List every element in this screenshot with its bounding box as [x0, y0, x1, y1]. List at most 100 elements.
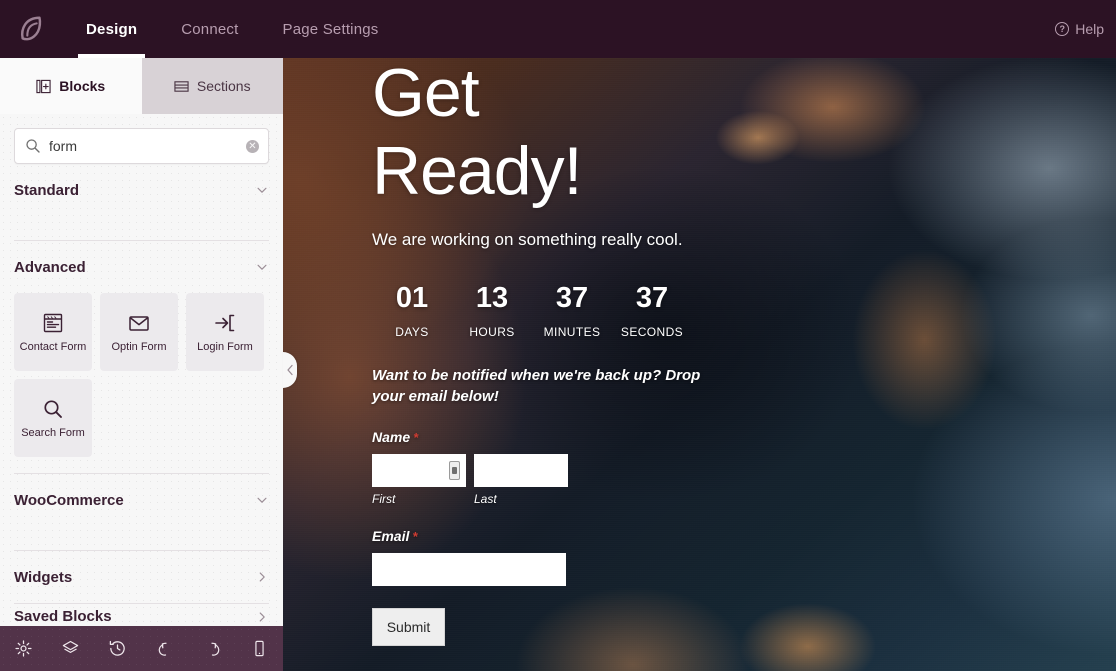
autofill-dot	[452, 467, 457, 474]
history-button[interactable]	[94, 626, 141, 671]
page-builder-app: Design Connect Page Settings ? Help Get …	[0, 0, 1116, 671]
first-name-input[interactable]	[372, 454, 466, 487]
countdown-unit-days: 01 DAYS	[372, 282, 452, 340]
block-tile-search-form[interactable]: Search Form	[14, 379, 92, 457]
contact-form-icon	[43, 313, 63, 333]
search-input-value: form	[49, 138, 77, 154]
sidebar-group-standard-header[interactable]: Standard	[14, 164, 269, 216]
countdown-hours-value: 13	[475, 282, 509, 314]
sidebar-group-woocommerce-header[interactable]: WooCommerce	[14, 474, 269, 526]
sidebar-tab-sections[interactable]: Sections	[141, 58, 283, 114]
sidebar-group-woocommerce-content	[14, 526, 269, 550]
hero-title[interactable]: Get Ready!	[372, 58, 622, 210]
settings-gear-icon	[15, 640, 32, 657]
email-label-text: Email	[372, 528, 410, 544]
chevron-right-icon	[259, 611, 265, 622]
form-intro-text[interactable]: Want to be notified when we're back up? …	[372, 365, 702, 407]
block-tile-contact-form-label: Contact Form	[19, 341, 87, 353]
countdown-days-label: DAYS	[395, 325, 429, 339]
sidebar-group-advanced-label: Advanced	[14, 258, 86, 276]
tab-design[interactable]: Design	[64, 0, 159, 58]
tab-page-settings[interactable]: Page Settings	[261, 0, 401, 58]
help-label: Help	[1075, 21, 1104, 37]
preview-content: Get Ready! We are working on something r…	[283, 58, 1116, 646]
sections-rows-icon	[174, 80, 189, 92]
sidebar-group-woocommerce-label: WooCommerce	[14, 491, 124, 509]
sidebar-group-widgets-label: Widgets	[14, 568, 73, 586]
sidebar-tab-blocks[interactable]: Blocks	[0, 58, 142, 114]
countdown-unit-minutes: 37 MINUTES	[532, 282, 612, 340]
block-tile-login-form[interactable]: Login Form	[186, 293, 264, 371]
first-name-sublabel: First	[372, 492, 396, 506]
block-tile-optin-form[interactable]: Optin Form	[100, 293, 178, 371]
search-icon	[26, 139, 40, 153]
login-arrow-icon	[215, 314, 235, 332]
sidebar-group-standard: Standard	[14, 164, 269, 241]
sidebar-group-standard-content	[14, 216, 269, 240]
app-logo[interactable]	[0, 0, 64, 58]
sidebar-group-widgets-header[interactable]: Widgets	[14, 551, 269, 603]
sidebar-tab-blocks-label: Blocks	[59, 78, 106, 94]
sidebar-group-woocommerce: WooCommerce	[14, 474, 269, 551]
last-name-sublabel: Last	[474, 492, 497, 506]
hero-subtitle[interactable]: We are working on something really cool.	[372, 230, 1116, 250]
history-clock-icon	[110, 640, 126, 656]
blocks-sidebar: Blocks Sections form ✕ Standard Advanced…	[0, 58, 283, 671]
redo-icon	[211, 642, 220, 656]
page-preview-canvas[interactable]: Get Ready! We are working on something r…	[283, 58, 1116, 671]
last-name-column: Last	[474, 454, 568, 506]
name-field-row: First Last	[372, 454, 1116, 506]
help-button[interactable]: ? Help	[1055, 21, 1104, 37]
last-name-input[interactable]	[474, 454, 568, 487]
sidebar-group-saved-blocks-header[interactable]: Saved Blocks	[14, 608, 269, 625]
sidebar-group-widgets: Widgets	[14, 551, 269, 604]
bottom-toolbar	[0, 626, 283, 671]
tab-connect-label: Connect	[181, 20, 239, 38]
chevron-down-icon	[257, 264, 267, 270]
layers-button[interactable]	[47, 626, 94, 671]
email-input[interactable]	[372, 553, 566, 586]
advanced-block-tiles: Contact Form Optin Form Login Form Searc…	[14, 293, 269, 473]
countdown-minutes-label: MINUTES	[543, 325, 601, 339]
tab-design-label: Design	[86, 20, 138, 38]
block-tile-contact-form[interactable]: Contact Form	[14, 293, 92, 371]
countdown-timer[interactable]: 01 DAYS 13 HOURS 37 MINUTES 37 SECONDS	[372, 282, 692, 340]
countdown-seconds-label: SECONDS	[620, 325, 684, 339]
countdown-minutes-value: 37	[555, 282, 589, 314]
email-required-asterisk: *	[412, 529, 418, 544]
undo-button[interactable]	[142, 626, 189, 671]
envelope-icon	[129, 316, 149, 331]
name-required-asterisk: *	[413, 430, 419, 445]
name-label-text: Name	[372, 429, 411, 445]
sidebar-body: form ✕ Standard Advanced Contact Form Op…	[0, 114, 283, 630]
block-tile-login-form-label: Login Form	[197, 341, 253, 353]
email-field-label: Email *	[372, 528, 1116, 544]
sidebar-group-advanced: Advanced Contact Form Optin Form Login F…	[14, 241, 269, 474]
sidebar-tab-sections-label: Sections	[196, 78, 251, 94]
responsive-preview-button[interactable]	[236, 626, 283, 671]
layers-icon	[63, 640, 79, 653]
top-bar: Design Connect Page Settings ? Help	[0, 0, 1116, 58]
submit-button[interactable]: Submit	[372, 608, 445, 646]
sidebar-group-standard-label: Standard	[14, 181, 80, 199]
clear-search-icon[interactable]: ✕	[246, 140, 259, 153]
sidebar-group-saved-blocks-label: Saved Blocks	[14, 608, 112, 625]
chevron-down-icon	[257, 187, 267, 193]
tab-page-settings-label: Page Settings	[282, 20, 379, 38]
countdown-days-value: 01	[395, 282, 429, 314]
autofill-contact-icon[interactable]	[449, 461, 460, 480]
mobile-device-icon	[255, 640, 264, 657]
search-input[interactable]: form ✕	[14, 128, 269, 164]
top-nav: Design Connect Page Settings	[64, 0, 401, 58]
countdown-unit-seconds: 37 SECONDS	[612, 282, 692, 340]
redo-button[interactable]	[189, 626, 236, 671]
sidebar-group-advanced-header[interactable]: Advanced	[14, 241, 269, 293]
countdown-seconds-value: 37	[635, 282, 669, 314]
top-bar-right: ? Help	[1055, 0, 1116, 58]
block-tile-optin-form-label: Optin Form	[111, 341, 167, 353]
search-magnifier-icon	[44, 400, 62, 418]
block-tile-search-form-label: Search Form	[21, 427, 85, 439]
settings-button[interactable]	[0, 626, 47, 671]
sidebar-tabs: Blocks Sections	[0, 58, 283, 114]
tab-connect[interactable]: Connect	[159, 0, 260, 58]
